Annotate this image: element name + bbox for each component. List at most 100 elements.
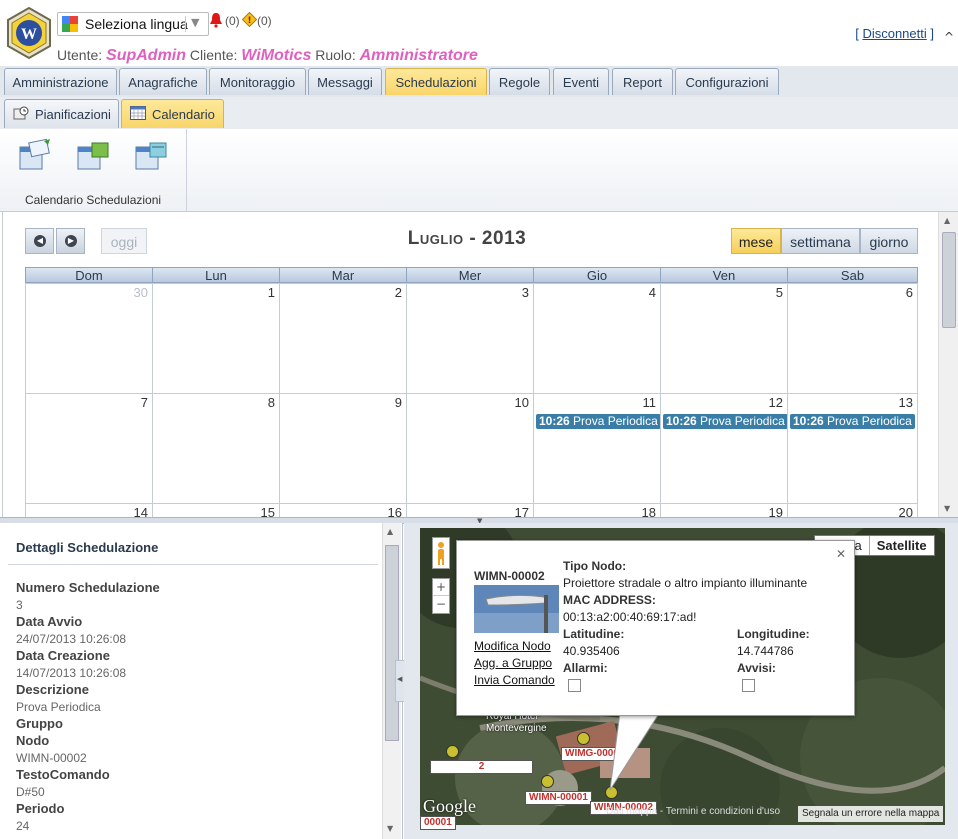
role-label: Ruolo: bbox=[315, 47, 356, 63]
google-logo: Google bbox=[423, 796, 476, 816]
add-schedule-icon[interactable] bbox=[14, 137, 54, 175]
scrollbar-thumb[interactable] bbox=[942, 232, 956, 328]
day-cell[interactable]: 13 10:26 Prova Periodica bbox=[787, 393, 918, 504]
tab-monitoraggio[interactable]: Monitoraggio bbox=[209, 68, 306, 95]
role-value: Amministratore bbox=[359, 47, 478, 64]
tab-report[interactable]: Report bbox=[612, 68, 673, 95]
day-cell[interactable]: 4 bbox=[533, 283, 661, 394]
prev-month-button[interactable]: ◀ bbox=[25, 228, 54, 254]
day-cell[interactable]: 7 bbox=[25, 393, 153, 504]
tab-anagrafiche[interactable]: Anagrafiche bbox=[119, 68, 207, 95]
day-cell[interactable]: 17 bbox=[406, 503, 534, 517]
chevron-up-icon[interactable]: ^ bbox=[944, 30, 954, 44]
calendar-scrollbar[interactable]: ▲ ▼ bbox=[938, 212, 958, 517]
day-cell[interactable]: 12 10:26 Prova Periodica bbox=[660, 393, 788, 504]
view-month-button[interactable]: mese bbox=[731, 228, 781, 254]
zoom-in-icon[interactable]: + bbox=[433, 579, 449, 595]
map-report-error-link[interactable]: Segnala un errore nella mappa bbox=[798, 806, 944, 822]
map-marker-label[interactable]: 2 bbox=[430, 760, 533, 774]
scroll-up-icon[interactable]: ▲ bbox=[944, 216, 950, 225]
day-cell[interactable]: 2 bbox=[279, 283, 407, 394]
day-cell[interactable]: 14 bbox=[25, 503, 153, 517]
day-cell[interactable]: 16 bbox=[279, 503, 407, 517]
day-cell[interactable]: 6 bbox=[787, 283, 918, 394]
details-panel bbox=[0, 523, 403, 839]
day-number: 13 bbox=[898, 395, 913, 410]
send-command-link[interactable]: Invia Comando bbox=[474, 673, 555, 687]
day-cell[interactable]: 11 10:26 Prova Periodica bbox=[533, 393, 661, 504]
edit-schedule-icon[interactable] bbox=[72, 137, 112, 175]
day-cell[interactable]: 8 bbox=[152, 393, 280, 504]
zoom-out-icon[interactable]: − bbox=[433, 595, 449, 612]
day-number: 9 bbox=[394, 395, 402, 410]
chevron-down-icon: ▼ bbox=[191, 16, 200, 29]
day-cell[interactable]: 30 bbox=[25, 283, 153, 394]
node-marker-icon[interactable] bbox=[446, 745, 459, 758]
day-cell[interactable]: 9 bbox=[279, 393, 407, 504]
event-title: Prova Periodica bbox=[700, 414, 785, 428]
type-label: Tipo Nodo: bbox=[563, 559, 627, 573]
svg-text:W: W bbox=[21, 26, 37, 43]
language-select[interactable]: Seleziona lingua ▼ bbox=[57, 12, 209, 36]
today-button[interactable]: oggi bbox=[101, 228, 147, 254]
tab-schedulazioni[interactable]: Schedulazioni bbox=[385, 68, 487, 95]
warnings-checkbox[interactable] bbox=[742, 679, 755, 692]
modify-node-link[interactable]: Modifica Nodo bbox=[474, 639, 551, 653]
field-label: Periodo bbox=[16, 801, 65, 816]
alarm-count: (0) bbox=[225, 14, 240, 28]
field-label: TestoComando bbox=[16, 767, 110, 782]
alarms-checkbox[interactable] bbox=[568, 679, 581, 692]
day-cell[interactable]: 15 bbox=[152, 503, 280, 517]
map-data-link[interactable]: Dati mappa bbox=[606, 806, 657, 817]
day-cell[interactable]: 19 bbox=[660, 503, 788, 517]
ribbon-group-calendario: Calendario Schedulazioni bbox=[0, 129, 187, 211]
day-number: 2 bbox=[394, 285, 402, 300]
street-view-pegman-icon[interactable] bbox=[432, 537, 450, 569]
map-marker-label[interactable]: 00001 bbox=[420, 816, 456, 830]
tab-amministrazione[interactable]: Amministrazione bbox=[4, 68, 117, 95]
view-day-button[interactable]: giorno bbox=[860, 228, 918, 254]
select-divider bbox=[185, 16, 186, 32]
tab-configurazioni[interactable]: Configurazioni bbox=[675, 68, 779, 95]
delete-schedule-icon[interactable] bbox=[130, 137, 170, 175]
close-icon[interactable]: ✕ bbox=[836, 547, 846, 561]
calendar-event[interactable]: 10:26 Prova Periodica bbox=[790, 414, 915, 429]
day-number: 12 bbox=[768, 395, 783, 410]
client-value: WiMotics bbox=[241, 47, 312, 64]
next-month-button[interactable]: ▶ bbox=[56, 228, 85, 254]
subtab-calendario[interactable]: Calendario bbox=[121, 99, 224, 128]
scroll-up-icon[interactable]: ▲ bbox=[387, 527, 393, 536]
add-to-group-link[interactable]: Agg. a Gruppo bbox=[474, 656, 552, 670]
day-cell[interactable]: 3 bbox=[406, 283, 534, 394]
warning-icon[interactable]: ! bbox=[242, 12, 257, 27]
map-marker-label[interactable]: WIMN-00001 bbox=[525, 791, 592, 805]
logout-link[interactable]: Disconnetti bbox=[862, 26, 926, 41]
view-week-button[interactable]: settimana bbox=[781, 228, 860, 254]
tab-regole[interactable]: Regole bbox=[489, 68, 550, 95]
calendar-event[interactable]: 10:26 Prova Periodica bbox=[536, 414, 661, 429]
node-marker-icon[interactable] bbox=[541, 775, 554, 788]
day-cell[interactable]: 1 bbox=[152, 283, 280, 394]
map-terms-link[interactable]: Termini e condizioni d'uso bbox=[666, 806, 780, 817]
map-type-satellite-button[interactable]: Satellite bbox=[868, 536, 934, 555]
details-title: Dettagli Schedulazione bbox=[16, 540, 159, 555]
tab-messaggi[interactable]: Messaggi bbox=[308, 68, 382, 95]
field-value: WIMN-00002 bbox=[16, 751, 87, 765]
day-cell[interactable]: 18 bbox=[533, 503, 661, 517]
calendar-event[interactable]: 10:26 Prova Periodica bbox=[663, 414, 788, 429]
alarm-bell-icon[interactable] bbox=[209, 12, 223, 28]
subtab-pianificazioni[interactable]: Pianificazioni bbox=[4, 99, 119, 128]
field-value: 24 bbox=[16, 819, 30, 833]
scrollbar-thumb[interactable] bbox=[385, 545, 399, 741]
tab-eventi[interactable]: Eventi bbox=[553, 68, 609, 95]
node-marker-icon[interactable] bbox=[577, 732, 590, 745]
day-cell[interactable]: 5 bbox=[660, 283, 788, 394]
day-number: 17 bbox=[514, 505, 529, 517]
scroll-down-icon[interactable]: ▼ bbox=[944, 504, 950, 513]
weekday-header: Lun bbox=[152, 267, 280, 283]
day-cell[interactable]: 10 bbox=[406, 393, 534, 504]
client-label: Cliente: bbox=[189, 47, 238, 63]
weekday-header: Dom bbox=[25, 267, 153, 283]
scroll-down-icon[interactable]: ▼ bbox=[387, 824, 393, 833]
day-cell[interactable]: 20 bbox=[787, 503, 918, 517]
